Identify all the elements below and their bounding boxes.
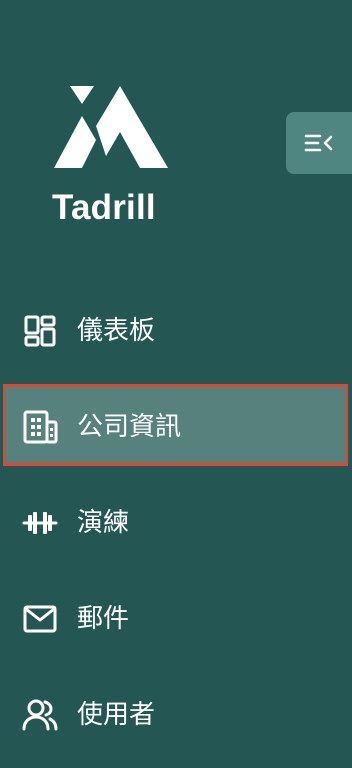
collapse-sidebar-button[interactable] [286, 112, 352, 174]
sidebar-nav: 儀表板 公司資訊 演練 郵件 使用者 [0, 283, 352, 763]
nav-item-dashboard[interactable]: 儀表板 [0, 283, 352, 379]
nav-item-label: 郵件 [77, 604, 130, 634]
nav-item-mail[interactable]: 郵件 [0, 571, 352, 667]
dashboard-grid-icon [22, 313, 58, 349]
nav-item-users[interactable]: 使用者 [0, 667, 352, 763]
mail-envelope-icon [22, 601, 58, 637]
users-icon [22, 697, 58, 733]
collapse-menu-icon [304, 134, 333, 152]
dumbbell-icon [22, 505, 58, 541]
nav-item-drills[interactable]: 演練 [0, 475, 352, 571]
nav-item-label: 使用者 [77, 700, 156, 730]
company-building-icon [22, 409, 58, 445]
sidebar: Tadrill 儀表板 公司資訊 演練 郵件 使用者 [0, 0, 352, 768]
nav-item-label: 演練 [77, 508, 130, 538]
nav-item-label: 儀表板 [77, 316, 156, 346]
brand-name: Tadrill [52, 188, 156, 227]
nav-item-company-info[interactable]: 公司資訊 [0, 379, 352, 475]
nav-item-label: 公司資訊 [77, 412, 182, 442]
tadrill-logo-mark [52, 86, 168, 168]
